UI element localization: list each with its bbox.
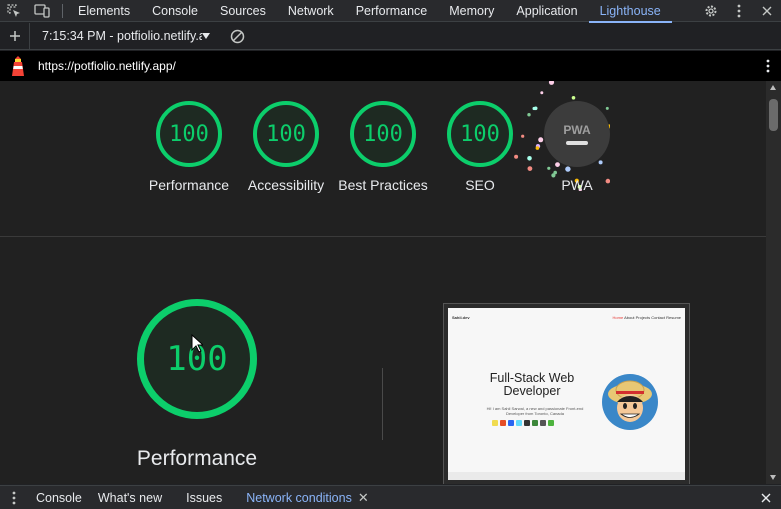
pwa-badge-icon: PWA (544, 101, 610, 167)
confetti-dot (535, 146, 540, 150)
screenshot-brand: Sahil.dev (452, 314, 470, 320)
block-icon (230, 29, 244, 43)
confetti-dot (527, 113, 531, 117)
tab-network[interactable]: Network (277, 0, 345, 22)
confetti-dot (571, 96, 576, 100)
drawer-tab-issues[interactable]: Issues (178, 486, 230, 509)
screenshot-skill-icons (492, 420, 554, 426)
screenshot-footer-strip (448, 472, 685, 480)
gauge-accessibility[interactable]: 100 Accessibility (248, 101, 324, 193)
confetti-dot (521, 134, 525, 138)
pwa-badge-text: PWA (563, 123, 591, 137)
device-toolbar-icon[interactable] (28, 0, 56, 22)
lighthouse-report: 100 Performance 100 Accessibility 100 Be… (0, 81, 766, 484)
close-devtools-icon[interactable] (753, 0, 781, 22)
gauge-score: 100 (156, 101, 222, 167)
settings-gear-icon[interactable] (697, 0, 725, 22)
gauge-score: 100 (447, 101, 513, 167)
gauge-score: 100 (350, 101, 416, 167)
confetti-dot (553, 170, 557, 175)
drawer-tab-label: Network conditions (246, 490, 352, 505)
category-title: Performance (136, 447, 258, 470)
tab-lighthouse[interactable]: Lighthouse (588, 0, 672, 23)
screenshot-nav-links: Home About Projects Contact Resume (612, 314, 681, 320)
lighthouse-logo-icon (0, 51, 36, 81)
tab-console[interactable]: Console (141, 0, 209, 22)
tab-sources[interactable]: Sources (209, 0, 277, 22)
clear-all-button[interactable] (224, 23, 250, 50)
scroll-up-arrow-icon[interactable] (770, 85, 776, 90)
category-score-gauge: 100 (137, 299, 257, 419)
gauge-pwa[interactable]: PWA PWA (544, 101, 610, 193)
tab-performance[interactable]: Performance (345, 0, 439, 22)
drawer-tab-console[interactable]: Console (28, 486, 90, 509)
report-select[interactable]: 7:15:34 PM - potfiolio.netlify.app (30, 29, 218, 43)
confetti-dot (532, 106, 536, 111)
screenshot-avatar (602, 374, 658, 430)
section-divider (0, 236, 766, 237)
report-scrollbar[interactable] (766, 81, 781, 484)
drawer-menu-icon[interactable] (0, 491, 28, 505)
confetti-dot (514, 154, 519, 159)
confetti-dot (548, 81, 555, 85)
confetti-dot (540, 91, 544, 95)
toolbar-divider (62, 3, 63, 18)
vertical-divider (382, 368, 383, 440)
final-screenshot[interactable]: Sahil.dev Home About Projects Contact Re… (444, 304, 689, 484)
gauge-label: Accessibility (247, 177, 325, 193)
screenshot-nav: Sahil.dev Home About Projects Contact Re… (448, 308, 685, 326)
screenshot-hero-title: Full-Stack Web Developer (489, 371, 575, 398)
lighthouse-toolbar: 7:15:34 PM - potfiolio.netlify.app (0, 22, 781, 50)
pwa-badge-bar (566, 141, 588, 145)
gauge-performance[interactable]: 100 Performance (149, 101, 229, 193)
gauge-label: PWA (561, 177, 593, 193)
close-tab-icon[interactable]: ✕ (358, 490, 369, 506)
plus-icon (9, 31, 20, 41)
more-options-icon[interactable] (725, 0, 753, 22)
inspect-element-icon[interactable] (0, 0, 28, 22)
tab-elements[interactable]: Elements (67, 0, 141, 22)
devtools-tabbar: Elements Console Sources Network Perform… (0, 0, 781, 23)
report-menu-icon[interactable] (755, 59, 781, 73)
gauge-score: 100 (253, 101, 319, 167)
report-url[interactable]: https://potfiolio.netlify.app/ (38, 59, 176, 73)
scroll-down-arrow-icon[interactable] (770, 475, 776, 480)
gauge-seo[interactable]: 100 SEO (447, 101, 513, 193)
close-drawer-icon[interactable] (751, 493, 781, 503)
devtools-drawer: Console What's new Issues Network condit… (0, 485, 781, 509)
tab-memory[interactable]: Memory (438, 0, 505, 22)
gauge-best-practices[interactable]: 100 Best Practices (338, 101, 428, 193)
tab-application[interactable]: Application (505, 0, 588, 22)
confetti-dot (538, 137, 544, 143)
report-url-bar: https://potfiolio.netlify.app/ (0, 51, 781, 81)
confetti-dot (527, 166, 533, 171)
screenshot-hero-subtitle: Hi! I am Sahil Sarwal, a new and passion… (486, 406, 584, 416)
mouse-cursor-icon (191, 333, 205, 358)
new-report-button[interactable] (0, 22, 30, 50)
report-select-value: 7:15:34 PM - potfiolio.netlify.app (42, 29, 202, 43)
confetti-dot (565, 166, 571, 172)
scrollbar-thumb[interactable] (769, 99, 778, 131)
drawer-tab-network-conditions[interactable]: Network conditions ✕ (238, 486, 377, 509)
confetti-dot (547, 166, 551, 170)
drawer-tab-whats-new[interactable]: What's new (90, 486, 170, 509)
dropdown-arrow-icon (202, 33, 210, 39)
confetti-dot (527, 156, 532, 161)
